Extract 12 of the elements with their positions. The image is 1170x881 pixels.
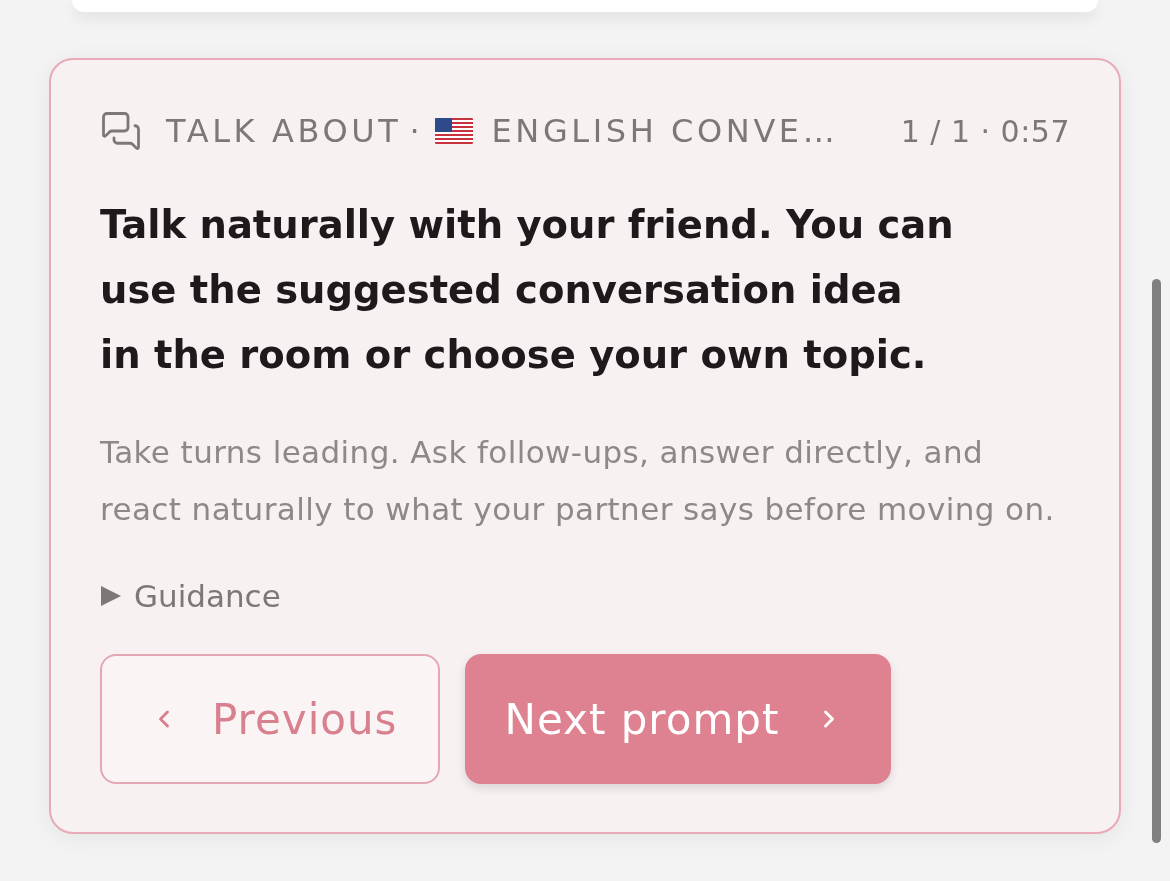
prompt-text: Talk naturally with your friend. You can use the suggested conversation idea in the room or choose your own topic. [100, 201, 955, 379]
guidance-toggle[interactable]: Guidance [100, 576, 281, 616]
separator: · [409, 111, 420, 152]
flag-icon [433, 118, 474, 144]
previous-button[interactable]: Previous [100, 654, 440, 784]
chat-icon [100, 110, 142, 152]
next-prompt-button[interactable]: Next prompt [464, 654, 892, 784]
instructions-text: Take turns leading. Ask follow-ups, answer directly, and react naturally to what your partner says before moving on. [100, 433, 1056, 529]
progress-timer: 1 / 1 · 0:57 [900, 112, 1070, 151]
category-label: TALK ABOUT [166, 111, 402, 152]
scrollbar[interactable] [1152, 279, 1161, 843]
topic-label: ENGLISH CONVE… [491, 111, 839, 152]
